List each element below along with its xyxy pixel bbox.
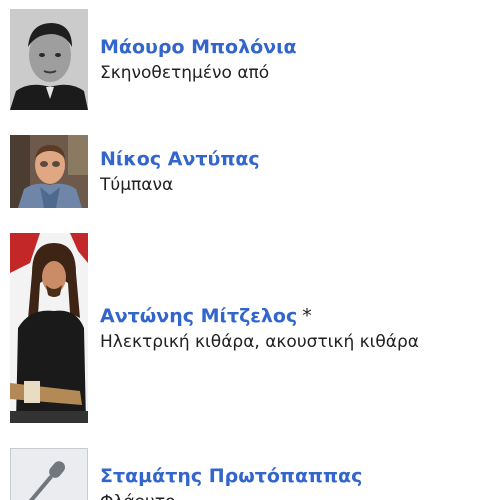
person-role: Σκηνοθετημένο από: [100, 63, 270, 83]
credit-info: Νίκος Αντύπας Τύμπανα: [100, 147, 260, 197]
person-name-link[interactable]: Μάουρο Μπολόνια: [100, 36, 297, 58]
person-photo[interactable]: [10, 135, 88, 208]
microphone-placeholder-icon[interactable]: [10, 448, 88, 500]
person-name-link[interactable]: Σταμάτης Πρωτόπαππας: [100, 465, 362, 487]
person-role: Ηλεκτρική κιθάρα, ακουστική κιθάρα: [100, 332, 420, 352]
credit-info: Μάουρο Μπολόνια Σκηνοθετημένο από: [100, 35, 297, 85]
credits-list: Μάουρο Μπολόνια Σκηνοθετημένο από Νίκος …: [0, 0, 500, 500]
person-role: Φλάουτο: [100, 490, 362, 500]
credit-info: Αντώνης Μίτζελος * Ηλεκτρική κιθάρα, ακου…: [100, 304, 419, 354]
credit-item: Σταμάτης Πρωτόπαππας Φλάουτο: [0, 430, 500, 500]
person-photo[interactable]: [10, 233, 88, 423]
person-name-link[interactable]: Αντώνης Μίτζελος: [100, 305, 297, 327]
person-name-link[interactable]: Νίκος Αντύπας: [100, 148, 260, 170]
person-role: Τύμπανα: [100, 175, 174, 195]
credit-item: Νίκος Αντύπας Τύμπανα: [0, 120, 500, 230]
credit-item: Μάουρο Μπολόνια Σκηνοθετημένο από: [0, 0, 500, 120]
credit-item: Αντώνης Μίτζελος * Ηλεκτρική κιθάρα, ακου…: [0, 230, 500, 430]
person-photo[interactable]: [10, 9, 88, 110]
credit-info: Σταμάτης Πρωτόπαππας Φλάουτο: [100, 464, 362, 500]
member-marker: *: [302, 305, 312, 327]
